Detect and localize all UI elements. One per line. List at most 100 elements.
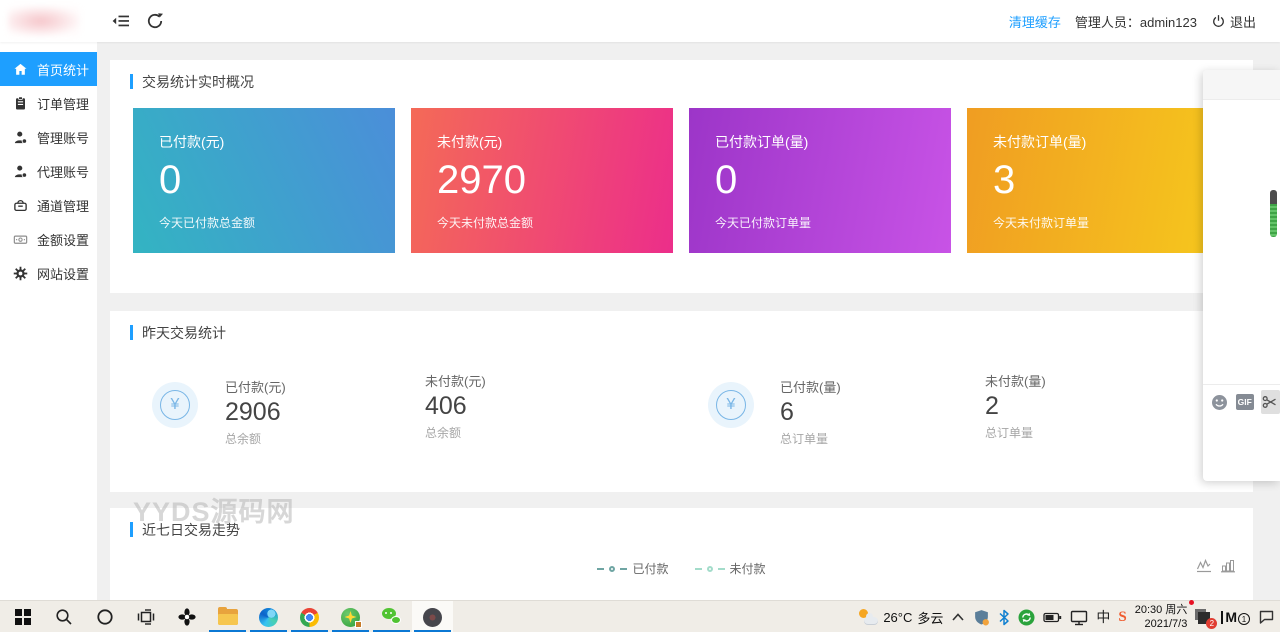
defender-tray-icon[interactable] bbox=[973, 609, 990, 626]
sogou-input-icon[interactable]: S bbox=[1118, 609, 1126, 626]
screenshot-button[interactable] bbox=[1260, 390, 1280, 414]
weather-widget[interactable]: 26°C 多云 bbox=[858, 608, 943, 627]
taskbar-clock[interactable]: 20:30 周六 2021/7/3 bbox=[1134, 599, 1195, 632]
file-explorer-button[interactable] bbox=[207, 601, 248, 632]
refresh-icon[interactable] bbox=[145, 11, 165, 31]
top-header: 清理缓存 管理人员：admin123 退出 bbox=[0, 0, 1280, 42]
chat-window: GIF bbox=[1203, 70, 1280, 481]
battery-icon bbox=[1043, 612, 1062, 622]
line-chart-toggle-icon[interactable] bbox=[1196, 558, 1212, 574]
sidebar: 首页统计 订单管理 管理账号 代理账号 通道管理 金额设置 网站设置 bbox=[0, 42, 97, 600]
battery-tray-icon[interactable] bbox=[1043, 609, 1062, 626]
smiley-icon bbox=[1212, 394, 1228, 410]
monitor-icon bbox=[1071, 610, 1088, 625]
search-icon bbox=[55, 609, 72, 625]
card-label: 未付款(元) bbox=[437, 134, 503, 150]
start-button[interactable] bbox=[2, 601, 43, 632]
card-value: 2970 bbox=[437, 158, 526, 202]
gear-icon bbox=[13, 266, 28, 281]
stacked-windows-tray-icon[interactable]: 2 bbox=[1195, 608, 1218, 629]
active-app-button[interactable] bbox=[412, 601, 453, 632]
chevron-up-icon bbox=[952, 613, 964, 621]
stat-paid-amount: 已付款(元) 2906 总余额 bbox=[225, 380, 286, 446]
card-unpaid-amount: 未付款(元) 2970 今天未付款总金额 bbox=[411, 108, 673, 253]
sidebar-item-amount-settings[interactable]: 金额设置 bbox=[0, 222, 97, 256]
sidebar-collapse-icon[interactable] bbox=[111, 11, 131, 31]
stat-unpaid-amount: 未付款(元) 406 总余额 bbox=[425, 374, 486, 440]
weather-desc: 多云 bbox=[917, 610, 944, 626]
green-star-icon bbox=[341, 607, 362, 628]
edge-icon bbox=[259, 607, 278, 627]
card-paid-amount: 已付款(元) 0 今天已付款总金额 bbox=[133, 108, 395, 253]
notification-badge: 2 bbox=[1206, 617, 1218, 629]
sidebar-item-label: 通道管理 bbox=[37, 198, 90, 214]
card-unpaid-orders: 未付款订单(量) 3 今天未付款订单量 bbox=[967, 108, 1229, 253]
cortana-button[interactable] bbox=[84, 601, 125, 632]
edge-browser-button[interactable] bbox=[248, 601, 289, 632]
sidebar-item-home-stats[interactable]: 首页统计 bbox=[0, 52, 97, 86]
task-view-icon bbox=[137, 609, 154, 625]
sidebar-item-agent-accounts[interactable]: 代理账号 bbox=[0, 154, 97, 188]
search-button[interactable] bbox=[43, 601, 84, 632]
legend-label: 未付款 bbox=[729, 562, 766, 576]
sidebar-item-admin-accounts[interactable]: 管理账号 bbox=[0, 120, 97, 154]
logout-label: 退出 bbox=[1229, 14, 1256, 30]
sidebar-item-label: 代理账号 bbox=[37, 164, 90, 180]
legend-label: 已付款 bbox=[632, 562, 669, 576]
legend-unpaid[interactable]: 未付款 bbox=[694, 560, 766, 577]
speech-bubble-icon bbox=[1259, 610, 1274, 624]
card-caption: 今天已付款订单量 bbox=[715, 216, 812, 230]
chart-legend: 已付款 未付款 bbox=[110, 560, 1253, 577]
section-title: 交易统计实时概况 bbox=[130, 74, 254, 90]
action-center-button[interactable] bbox=[1258, 609, 1275, 625]
card-caption: 今天未付款订单量 bbox=[993, 216, 1090, 230]
cortana-icon bbox=[96, 609, 113, 625]
wechat-button[interactable] bbox=[371, 601, 412, 632]
network-tray-icon[interactable] bbox=[1070, 609, 1088, 626]
clear-cache-link[interactable]: 清理缓存 bbox=[1009, 12, 1061, 31]
scissors-icon bbox=[1262, 396, 1277, 408]
clock-date: 2021/7/3 bbox=[1144, 618, 1188, 630]
card-value: 0 bbox=[715, 158, 738, 202]
chrome-icon bbox=[300, 607, 319, 627]
legend-paid[interactable]: 已付款 bbox=[597, 560, 669, 577]
emoji-button[interactable] bbox=[1211, 391, 1229, 413]
im-tray-icon[interactable]: M 1 bbox=[1221, 609, 1250, 625]
home-icon bbox=[13, 62, 28, 77]
clock-time: 20:30 周六 bbox=[1134, 603, 1188, 616]
section-title: 昨天交易统计 bbox=[130, 325, 226, 341]
card-paid-orders: 已付款订单(量) 0 今天已付款订单量 bbox=[689, 108, 951, 253]
pinwheel-app-button[interactable] bbox=[166, 601, 207, 632]
sidebar-item-site-settings[interactable]: 网站设置 bbox=[0, 256, 97, 290]
logout-button[interactable]: 退出 bbox=[1211, 12, 1256, 31]
sidebar-item-channels[interactable]: 通道管理 bbox=[0, 188, 97, 222]
yen-icon: ¥ bbox=[708, 382, 754, 428]
app-logo bbox=[8, 6, 80, 36]
ime-indicator[interactable]: 中 bbox=[1096, 607, 1110, 627]
tray-expand-button[interactable] bbox=[951, 612, 965, 622]
im-badge: 1 bbox=[1238, 613, 1250, 625]
gif-button[interactable]: GIF bbox=[1235, 394, 1254, 410]
card-value: 3 bbox=[993, 158, 1016, 202]
chat-scrollbar-thumb[interactable] bbox=[1270, 190, 1277, 237]
wechat-icon bbox=[381, 608, 402, 626]
shield-icon bbox=[975, 609, 990, 625]
sidebar-item-label: 首页统计 bbox=[37, 62, 90, 78]
security-app-button[interactable] bbox=[330, 601, 371, 632]
task-view-button[interactable] bbox=[125, 601, 166, 632]
yen-icon: ¥ bbox=[152, 382, 198, 428]
sidebar-item-orders[interactable]: 订单管理 bbox=[0, 86, 97, 120]
bar-chart-toggle-icon[interactable] bbox=[1220, 558, 1236, 574]
notification-dot bbox=[1189, 599, 1195, 605]
sync-icon bbox=[1018, 609, 1035, 625]
realtime-stats-section: 交易统计实时概况 已付款(元) 0 今天已付款总金额 未付款(元) 2970 今… bbox=[110, 60, 1253, 293]
dark-circle-app-icon bbox=[423, 607, 442, 627]
stat-paid-count: 已付款(量) 6 总订单量 bbox=[780, 380, 841, 446]
chrome-browser-button[interactable] bbox=[289, 601, 330, 632]
sync-tray-icon[interactable] bbox=[1018, 609, 1035, 626]
bluetooth-tray-icon[interactable] bbox=[998, 609, 1010, 626]
yesterday-stats-section: 昨天交易统计 ¥ 已付款(元) 2906 总余额 未付款(元) 406 总余额 … bbox=[110, 311, 1253, 492]
watermark-text: YYDS源码网 bbox=[133, 497, 295, 527]
weather-icon bbox=[858, 608, 879, 626]
clipboard-icon bbox=[13, 96, 28, 111]
